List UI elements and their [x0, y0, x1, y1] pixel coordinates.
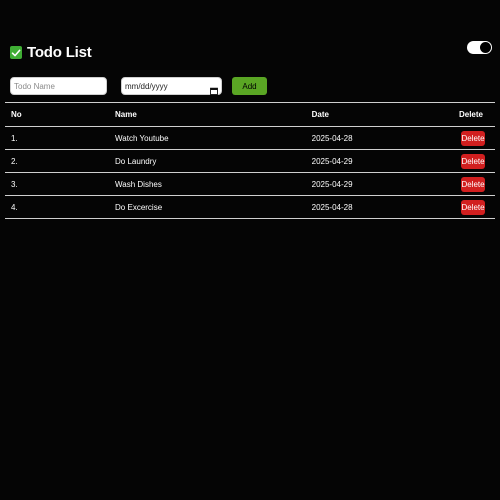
- table-row: 3. Wash Dishes 2025-04-29 Delete: [5, 173, 495, 196]
- todo-app: Todo List mm/dd/yyyy Add No Name Date De…: [0, 0, 500, 500]
- column-header-date: Date: [311, 110, 329, 119]
- todo-name: Do Excercise: [115, 202, 163, 212]
- todo-date: 2025-04-29: [311, 156, 353, 166]
- calendar-icon[interactable]: [210, 82, 218, 95]
- todo-name-input[interactable]: [10, 77, 107, 95]
- todo-name: Wash Dishes: [115, 179, 162, 189]
- table-row: 4. Do Excercise 2025-04-28 Delete: [5, 196, 495, 219]
- todo-name: Watch Youtube: [115, 133, 169, 143]
- todo-date: 2025-04-28: [311, 133, 353, 143]
- add-button[interactable]: Add: [232, 77, 267, 95]
- delete-button[interactable]: Delete: [461, 176, 485, 192]
- table-row: 1. Watch Youtube 2025-04-28 Delete: [5, 127, 495, 150]
- table-header-row: No Name Date Delete: [5, 102, 495, 127]
- delete-button[interactable]: Delete: [461, 130, 485, 146]
- check-icon: [10, 46, 22, 59]
- todo-name: Do Laundry: [115, 156, 157, 166]
- theme-toggle[interactable]: [467, 41, 492, 54]
- todo-table: No Name Date Delete 1. Watch Youtube 202…: [5, 102, 495, 219]
- delete-button[interactable]: Delete: [461, 153, 485, 169]
- table-row: 2. Do Laundry 2025-04-29 Delete: [5, 150, 495, 173]
- row-number: 3.: [11, 179, 18, 189]
- column-header-name: Name: [115, 110, 137, 119]
- column-header-no: No: [11, 110, 22, 119]
- row-number: 4.: [11, 202, 18, 212]
- todo-date: 2025-04-29: [311, 179, 353, 189]
- todo-date: 2025-04-28: [311, 202, 353, 212]
- header: Todo List: [10, 44, 92, 61]
- column-header-delete: Delete: [458, 110, 483, 119]
- todo-date-input[interactable]: mm/dd/yyyy: [121, 77, 222, 95]
- toggle-knob: [480, 42, 491, 53]
- page-title: Todo List: [27, 44, 92, 61]
- row-number: 1.: [11, 133, 18, 143]
- delete-button[interactable]: Delete: [461, 199, 485, 215]
- row-number: 2.: [11, 156, 18, 166]
- date-input-value: mm/dd/yyyy: [125, 81, 168, 91]
